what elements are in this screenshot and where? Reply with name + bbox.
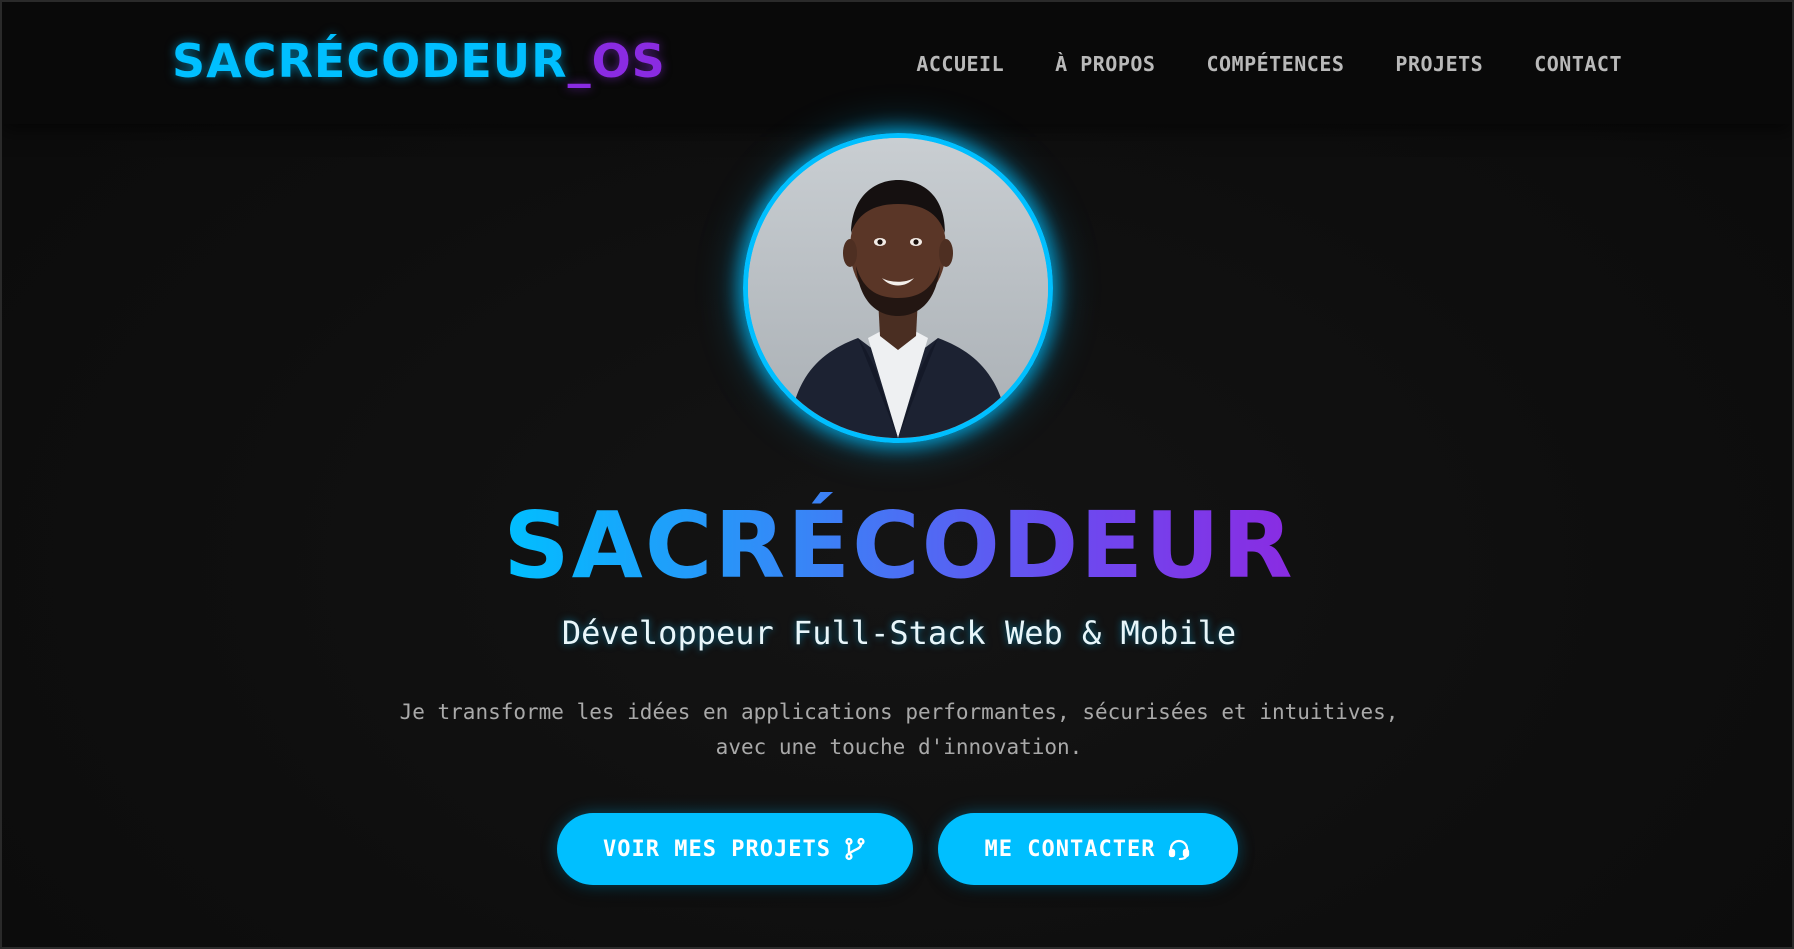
headset-icon [1167,837,1191,861]
hero-name-text: SACRÉCODEUR [503,492,1295,599]
navbar: SACRÉCODEUR_OS ACCUEIL À PROPOS COMPÉTEN… [2,2,1792,124]
hero-description: Je transforme les idées en applications … [399,700,1399,759]
nav-link-accueil[interactable]: ACCUEIL [916,52,1004,76]
logo-suffix-text: _OS [567,34,666,88]
hero-subtitle: Développeur Full-Stack Web & Mobile [561,614,1237,652]
view-projects-label: VOIR MES PROJETS [603,836,831,862]
hero-name: SACRÉCODEUR [2,500,1792,592]
profile-avatar [743,133,1053,443]
profile-photo [748,138,1048,438]
logo-main-text: SACRÉCODEUR [172,34,568,88]
nav-link-projets[interactable]: PROJETS [1395,52,1483,76]
git-branch-icon [843,837,867,861]
contact-me-label: ME CONTACTER [984,836,1156,862]
view-projects-button[interactable]: VOIR MES PROJETS [557,813,913,885]
nav-link-a-propos[interactable]: À PROPOS [1055,52,1155,76]
nav-menu: ACCUEIL À PROPOS COMPÉTENCES PROJETS CON… [916,52,1622,76]
nav-link-competences[interactable]: COMPÉTENCES [1206,52,1344,76]
page: SACRÉCODEUR_OS ACCUEIL À PROPOS COMPÉTEN… [0,0,1794,949]
contact-me-button[interactable]: ME CONTACTER [938,813,1238,885]
site-logo[interactable]: SACRÉCODEUR_OS [172,38,666,84]
nav-link-contact[interactable]: CONTACT [1534,52,1622,76]
